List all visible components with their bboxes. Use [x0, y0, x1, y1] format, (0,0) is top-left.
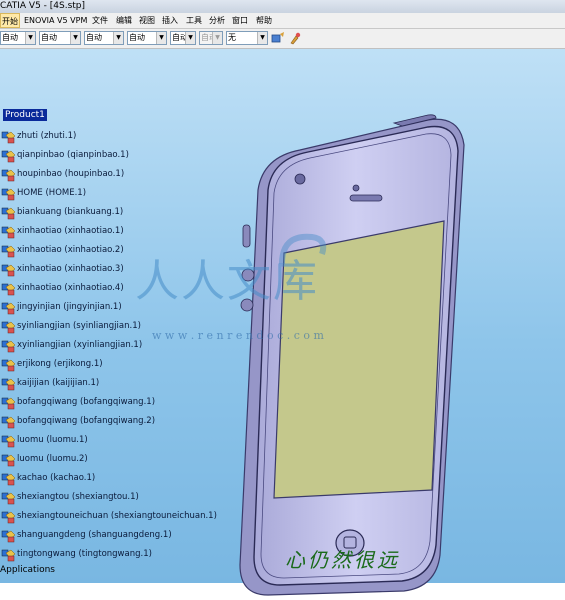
window-title: CATIA V5 - [4S.stp] — [0, 1, 86, 11]
rendering-style-combo[interactable]: 自动 ▼ — [199, 31, 223, 45]
chevron-down-icon: ▼ — [257, 32, 267, 44]
part-icon — [1, 359, 16, 372]
part-icon — [1, 530, 16, 543]
part-icon — [1, 549, 16, 562]
part-icon — [1, 131, 16, 144]
watermark-logo-icon — [279, 233, 327, 265]
tree-item-label: qianpinbao (qianpinbao.1) — [17, 150, 129, 160]
part-icon — [1, 321, 16, 334]
menu-edit[interactable]: 编辑 — [116, 13, 132, 28]
tree-root-label[interactable]: Product1 — [3, 109, 47, 121]
part-icon — [1, 264, 16, 277]
tree-item-label: xinhaotiao (xinhaotiao.2) — [17, 245, 124, 255]
title-bar: CATIA V5 - [4S.stp] — [0, 0, 565, 13]
menu-tools[interactable]: 工具 — [186, 13, 202, 28]
graphic-properties-toolbar: 自动 ▼ 自动 ▼ 自动 ▼ 自动 ▼ 自动 ▼ 自动 ▼ 无 ▼ — [0, 29, 565, 49]
tree-item-label: xinhaotiao (xinhaotiao.4) — [17, 283, 124, 293]
part-icon — [1, 416, 16, 429]
line-thickness-combo[interactable]: 自动 ▼ — [84, 31, 124, 45]
menu-analysis[interactable]: 分析 — [209, 13, 225, 28]
tree-item-label: biankuang (biankuang.1) — [17, 207, 124, 217]
part-icon — [1, 226, 16, 239]
part-icon — [1, 340, 16, 353]
transparency-combo[interactable]: 自动 ▼ — [39, 31, 81, 45]
tree-item-label: xinhaotiao (xinhaotiao.1) — [17, 226, 124, 236]
part-icon — [1, 397, 16, 410]
point-type-combo[interactable]: 自动 ▼ — [170, 31, 196, 45]
layer-combo[interactable]: 无 ▼ — [226, 31, 268, 45]
menu-bar: 开始 ENOVIA V5 VPM 文件 编辑 视图 插入 工具 分析 窗口 帮助 — [0, 13, 565, 29]
part-icon — [1, 150, 16, 163]
menu-start[interactable]: 开始 — [0, 13, 20, 28]
part-icon — [1, 188, 16, 201]
watermark-url: w w w . r e n r e n d o c . c o m — [152, 329, 324, 342]
tree-item-label: luomu (luomu.1) — [17, 435, 88, 445]
tree-item-label: bofangqiwang (bofangqiwang.2) — [17, 416, 156, 426]
chevron-down-icon: ▼ — [113, 32, 123, 44]
part-icon — [1, 207, 16, 220]
tree-item-label: luomu (luomu.2) — [17, 454, 88, 464]
tree-item-label: syinliangjian (syinliangjian.1) — [17, 321, 141, 331]
tree-item-label: bofangqiwang (bofangqiwang.1) — [17, 397, 156, 407]
part-icon — [1, 492, 16, 505]
tree-item-label: HOME (HOME.1) — [17, 188, 87, 198]
linetype-combo[interactable]: 自动 ▼ — [127, 31, 167, 45]
brush-icon[interactable] — [288, 31, 302, 45]
part-icon — [1, 283, 16, 296]
transparency-combo-value: 自动 — [41, 33, 57, 42]
tree-item-label: kachao (kachao.1) — [17, 473, 96, 483]
tree-item-label: shexiangtouneichuan (shexiangtouneichuan… — [17, 511, 217, 521]
chevron-down-icon: ▼ — [185, 32, 195, 44]
chevron-down-icon: ▼ — [70, 32, 80, 44]
tree-item-label: kaijijian (kaijijian.1) — [17, 378, 100, 388]
tree-item-label: houpinbao (houpinbao.1) — [17, 169, 125, 179]
phone-model[interactable] — [228, 95, 478, 600]
tree-item-label: xyinliangjian (xyinliangjian.1) — [17, 340, 143, 350]
tree-item-label: erjikong (erjikong.1) — [17, 359, 103, 369]
part-icon — [1, 302, 16, 315]
color-combo-value: 自动 — [2, 33, 18, 42]
part-icon — [1, 378, 16, 391]
tree-item-label: shexiangtou (shexiangtou.1) — [17, 492, 139, 502]
chevron-down-icon: ▼ — [25, 32, 35, 44]
line-thickness-combo-value: 自动 — [86, 33, 102, 42]
watermark-slogan: 心仍然很远 — [285, 548, 400, 572]
tree-item-label: xinhaotiao (xinhaotiao.3) — [17, 264, 124, 274]
part-icon — [1, 169, 16, 182]
3d-viewport[interactable]: 人人文库 w w w . r e n r e n d o c . c o m 心… — [0, 49, 565, 596]
part-icon — [1, 511, 16, 524]
part-icon — [1, 245, 16, 258]
chevron-down-icon: ▼ — [156, 32, 166, 44]
menu-file[interactable]: 文件 — [92, 13, 108, 28]
color-combo[interactable]: 自动 ▼ — [0, 31, 36, 45]
linetype-combo-value: 自动 — [129, 33, 145, 42]
part-icon — [1, 435, 16, 448]
tree-item-label: zhuti (zhuti.1) — [17, 131, 77, 141]
menu-help[interactable]: 帮助 — [256, 13, 272, 28]
menu-insert[interactable]: 插入 — [162, 13, 178, 28]
part-icon — [1, 454, 16, 467]
chevron-down-icon: ▼ — [212, 32, 222, 44]
tree-item-label: shanguangdeng (shanguangdeng.1) — [17, 530, 172, 540]
menu-view[interactable]: 视图 — [139, 13, 155, 28]
tree-item-label: jingyinjian (jingyinjian.1) — [17, 302, 122, 312]
tree-item-label: tingtongwang (tingtongwang.1) — [17, 549, 152, 559]
menu-enovia[interactable]: ENOVIA V5 VPM — [24, 13, 87, 28]
layer-combo-value: 无 — [228, 33, 236, 42]
part-icon — [1, 473, 16, 486]
menu-window[interactable]: 窗口 — [232, 13, 248, 28]
paint-format-icon[interactable] — [271, 31, 285, 45]
tree-applications[interactable]: Applications — [0, 565, 55, 575]
